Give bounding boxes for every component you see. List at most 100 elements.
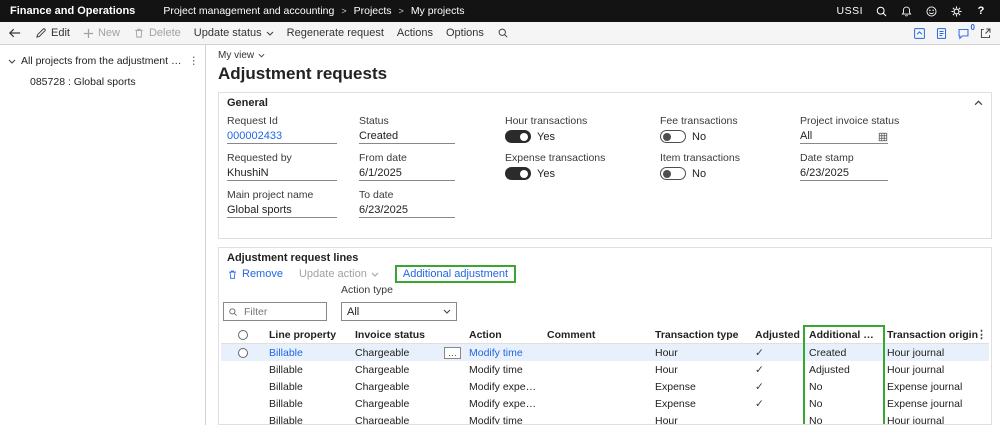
cell-invoice-status[interactable]: Chargeable	[351, 415, 465, 425]
project-invoice-status-select[interactable]: All	[800, 130, 888, 144]
cell-transaction-origin[interactable]: Hour journal	[883, 415, 989, 425]
sidebar-options-icon[interactable]: ⋮	[187, 55, 202, 67]
lookup-ellipsis-button[interactable]: …	[444, 347, 461, 359]
action-type-select[interactable]: All	[341, 302, 457, 321]
edit-button[interactable]: Edit	[35, 27, 70, 39]
expense-transactions-toggle[interactable]	[505, 167, 531, 180]
cell-invoice-status[interactable]: Chargeable…	[351, 347, 465, 359]
cell-line-property[interactable]: Billable	[265, 364, 351, 376]
main-project-name-input[interactable]: Global sports	[227, 204, 337, 218]
delete-button[interactable]: Delete	[133, 27, 181, 39]
cell-invoice-status[interactable]: Chargeable	[351, 364, 465, 376]
sidebar-item-project[interactable]: 085728 : Global sports	[0, 67, 205, 88]
status-input[interactable]: Created	[359, 130, 455, 144]
cell-transaction-type[interactable]: Hour	[651, 347, 751, 359]
cell-additional-adjustment[interactable]: Adjusted	[805, 364, 883, 376]
cell-transaction-origin[interactable]: Hour journal	[883, 347, 989, 359]
breadcrumb-module[interactable]: Project management and accounting	[163, 5, 334, 17]
update-status-button[interactable]: Update status	[194, 27, 274, 39]
collapse-chevron-up-icon[interactable]	[974, 100, 983, 106]
cell-line-property[interactable]: Billable	[265, 398, 351, 410]
column-header-invoice-status[interactable]: Invoice status	[351, 329, 465, 341]
cell-transaction-type[interactable]: Hour	[651, 364, 751, 376]
cell-adjusted[interactable]: ✓	[751, 381, 805, 393]
new-button[interactable]: New	[83, 27, 120, 39]
cell-action[interactable]: Modify time	[465, 347, 543, 359]
cell-transaction-type[interactable]: Hour	[651, 415, 751, 425]
fee-transactions-toggle[interactable]	[660, 130, 686, 143]
table-row[interactable]: BillableChargeableModify expense Expense✓…	[221, 395, 989, 412]
column-header-transaction-type[interactable]: Transaction type	[651, 329, 751, 341]
lookup-icon[interactable]	[878, 132, 888, 142]
column-header-additional-adjustment[interactable]: Additional adjustm...	[805, 329, 883, 341]
app-name[interactable]: Finance and Operations	[0, 5, 149, 17]
breadcrumb-page[interactable]: My projects	[411, 5, 465, 17]
item-transactions-toggle[interactable]	[660, 167, 686, 180]
cell-transaction-origin[interactable]: Expense journal	[883, 398, 989, 410]
action-pane-search-icon[interactable]	[497, 27, 509, 39]
cell-line-property[interactable]: Billable	[265, 415, 351, 425]
table-row[interactable]: BillableChargeableModify time Hour✓Adjust…	[221, 361, 989, 378]
cell-adjusted[interactable]: ✓	[751, 398, 805, 410]
options-menu-button[interactable]: Options	[446, 27, 484, 39]
chat-icon[interactable]: 0	[957, 27, 970, 40]
update-action-button[interactable]: Update action	[299, 268, 379, 280]
remove-button[interactable]: Remove	[227, 268, 283, 280]
row-radio[interactable]	[238, 348, 248, 358]
table-row[interactable]: BillableChargeable…Modify time Hour✓Creat…	[221, 344, 989, 361]
cell-transaction-origin[interactable]: Hour journal	[883, 364, 989, 376]
cell-transaction-type[interactable]: Expense	[651, 381, 751, 393]
actions-menu-button[interactable]: Actions	[397, 27, 433, 39]
cell-adjusted[interactable]: ✓	[751, 347, 805, 359]
cell-action[interactable]: Modify time	[465, 415, 543, 425]
cell-line-property[interactable]: Billable	[265, 381, 351, 393]
view-selector-label: My view	[218, 50, 254, 61]
regenerate-request-button[interactable]: Regenerate request	[287, 27, 384, 39]
hour-transactions-toggle[interactable]	[505, 130, 531, 143]
cell-invoice-status[interactable]: Chargeable	[351, 381, 465, 393]
back-button[interactable]	[8, 27, 22, 39]
from-date-input[interactable]: 6/1/2025	[359, 167, 455, 181]
cell-line-property[interactable]: Billable	[265, 347, 351, 359]
row-select-cell[interactable]	[221, 348, 265, 358]
sidebar-item-all-projects[interactable]: All projects from the adjustment re... ⋮	[0, 55, 205, 67]
cell-action[interactable]: Modify expense	[465, 398, 543, 410]
filter-box[interactable]	[223, 302, 327, 321]
column-header-comment[interactable]: Comment	[543, 329, 651, 341]
cell-additional-adjustment[interactable]: No	[805, 398, 883, 410]
cell-invoice-status[interactable]: Chargeable	[351, 398, 465, 410]
additional-adjustment-button[interactable]: Additional adjustment	[395, 265, 516, 283]
cell-action[interactable]: Modify expense	[465, 381, 543, 393]
personalize-icon[interactable]	[913, 27, 926, 40]
column-header-line-property[interactable]: Line property	[265, 329, 351, 341]
grid-options-icon[interactable]: ⋮	[976, 328, 987, 341]
help-icon[interactable]: ?	[974, 4, 988, 18]
column-header-action[interactable]: Action	[465, 329, 543, 341]
popout-icon[interactable]	[979, 27, 992, 40]
notifications-bell-icon[interactable]	[899, 4, 913, 18]
select-all-radio[interactable]	[238, 330, 248, 340]
filter-input[interactable]	[242, 305, 316, 319]
search-icon[interactable]	[874, 4, 888, 18]
cell-additional-adjustment[interactable]: No	[805, 415, 883, 425]
cell-adjusted[interactable]: ✓	[751, 364, 805, 376]
cell-additional-adjustment[interactable]: Created	[805, 347, 883, 359]
table-row[interactable]: BillableChargeableModify time Hour NoHour …	[221, 412, 989, 425]
table-row[interactable]: BillableChargeableModify expense Expense✓…	[221, 378, 989, 395]
column-header-adjusted[interactable]: Adjusted	[751, 329, 805, 341]
breadcrumb-area[interactable]: Projects	[354, 5, 392, 17]
field-date-stamp: Date stamp 6/23/2025	[800, 152, 983, 180]
cell-transaction-type[interactable]: Expense	[651, 398, 751, 410]
attachments-icon[interactable]	[935, 27, 948, 40]
feedback-smiley-icon[interactable]	[924, 4, 938, 18]
view-selector[interactable]: My view	[218, 50, 992, 61]
cell-additional-adjustment[interactable]: No	[805, 381, 883, 393]
cell-action[interactable]: Modify time	[465, 364, 543, 376]
to-date-input[interactable]: 6/23/2025	[359, 204, 455, 218]
column-header-transaction-origin[interactable]: Transaction origin	[883, 329, 989, 341]
request-id-input[interactable]: 000002433	[227, 130, 337, 144]
date-stamp-input[interactable]: 6/23/2025	[800, 167, 888, 181]
cell-transaction-origin[interactable]: Expense journal	[883, 381, 989, 393]
requested-by-input[interactable]: KhushiN	[227, 167, 337, 181]
settings-gear-icon[interactable]	[949, 4, 963, 18]
